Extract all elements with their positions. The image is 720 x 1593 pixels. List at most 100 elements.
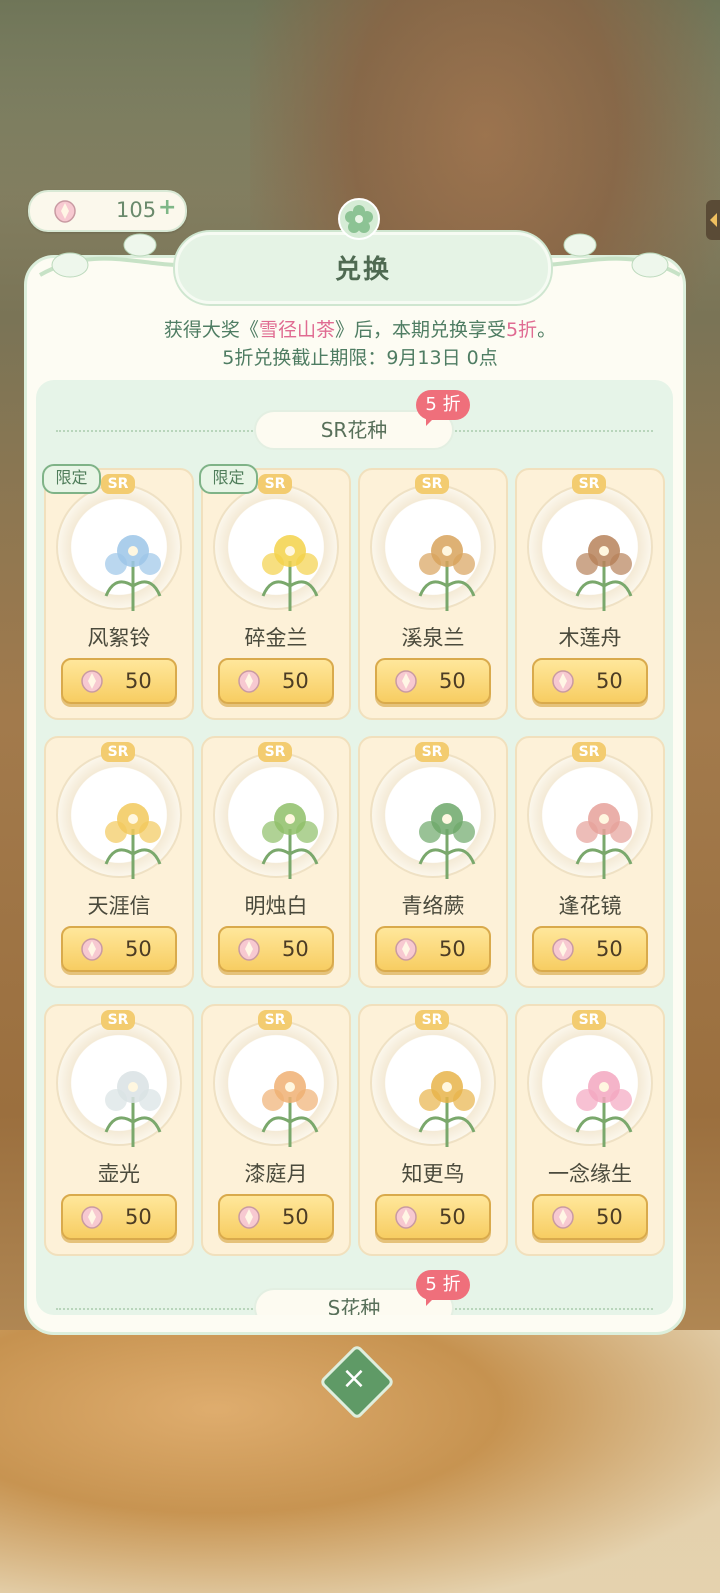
item-name: 木莲舟 bbox=[558, 626, 622, 650]
item-card[interactable]: SR 青络蕨 50 bbox=[358, 736, 508, 988]
item-image-frame bbox=[527, 1020, 653, 1147]
price-button[interactable]: 50 bbox=[61, 926, 177, 972]
rarity-badge: SR bbox=[415, 1010, 449, 1030]
price-value: 50 bbox=[282, 1205, 309, 1229]
item-name: 风絮铃 bbox=[87, 626, 151, 650]
flower-item-icon bbox=[575, 1071, 633, 1147]
title-plate: 兑换 bbox=[175, 232, 551, 304]
flower-token-icon bbox=[234, 1203, 264, 1235]
rarity-badge: SR bbox=[258, 474, 292, 494]
flower-token-icon bbox=[234, 667, 264, 699]
price-value: 50 bbox=[125, 1205, 152, 1229]
item-image-frame bbox=[370, 484, 496, 611]
item-card[interactable]: SR 限定碎金兰 50 bbox=[199, 464, 351, 720]
discount-badge: 5 折 bbox=[416, 1270, 470, 1306]
flower-token-icon bbox=[391, 1203, 421, 1235]
price-button[interactable]: 50 bbox=[218, 1194, 334, 1240]
flower-item-icon bbox=[104, 535, 162, 611]
item-image-frame bbox=[370, 1020, 496, 1147]
flower-token-icon bbox=[548, 667, 578, 699]
flower-token-icon bbox=[234, 935, 264, 967]
item-card[interactable]: SR 天涯信 50 bbox=[44, 736, 194, 988]
price-value: 50 bbox=[439, 1205, 466, 1229]
page-title: 兑换 bbox=[334, 255, 391, 285]
item-name: 逢花镜 bbox=[558, 894, 622, 918]
price-button[interactable]: 50 bbox=[375, 926, 491, 972]
item-card[interactable]: SR 壶光 50 bbox=[44, 1004, 194, 1256]
flower-item-icon bbox=[418, 803, 476, 879]
price-button[interactable]: 50 bbox=[532, 1194, 648, 1240]
limited-badge: 限定 bbox=[42, 464, 101, 494]
flower-item-icon bbox=[104, 803, 162, 879]
flower-token-icon bbox=[77, 1203, 107, 1235]
rarity-badge: SR bbox=[572, 474, 606, 494]
rarity-badge: SR bbox=[101, 474, 135, 494]
item-image-frame bbox=[56, 484, 182, 611]
prize-name: 雪径山茶 bbox=[258, 319, 335, 341]
item-image-frame bbox=[527, 484, 653, 611]
discount-badge: 5 折 bbox=[416, 390, 470, 426]
flower-item-icon bbox=[104, 1071, 162, 1147]
item-card[interactable]: SR 一念缘生 50 bbox=[515, 1004, 665, 1256]
exchange-deadline: 5折兑换截止期限：9月13日 0点 bbox=[222, 347, 498, 369]
flower-token-icon bbox=[391, 667, 421, 699]
flower-item-icon bbox=[575, 535, 633, 611]
price-button[interactable]: 50 bbox=[218, 926, 334, 972]
flower-item-icon bbox=[418, 535, 476, 611]
price-value: 50 bbox=[282, 937, 309, 961]
rarity-badge: SR bbox=[258, 1010, 292, 1030]
item-name: 碎金兰 bbox=[244, 626, 308, 650]
item-name: 知更鸟 bbox=[401, 1162, 465, 1186]
item-name: 溪泉兰 bbox=[401, 626, 465, 650]
flower-item-icon bbox=[418, 1071, 476, 1147]
price-button[interactable]: 50 bbox=[532, 926, 648, 972]
rarity-badge: SR bbox=[415, 742, 449, 762]
exchange-info-line1: 获得大奖《雪径山茶》后，本期兑换享受5折。 bbox=[163, 319, 557, 341]
discount-text: 5折 bbox=[505, 319, 538, 341]
item-card[interactable]: SR 明烛白 50 bbox=[201, 736, 351, 988]
price-button[interactable]: 50 bbox=[61, 1194, 177, 1240]
item-name: 明烛白 bbox=[244, 894, 308, 918]
item-image-frame bbox=[213, 484, 339, 611]
flower-item-icon bbox=[261, 535, 319, 611]
item-image-frame bbox=[370, 752, 496, 879]
price-button[interactable]: 50 bbox=[375, 658, 491, 704]
rarity-badge: SR bbox=[572, 742, 606, 762]
price-button[interactable]: 50 bbox=[532, 658, 648, 704]
items-scroll-area[interactable]: SR花种 5 折 S花种 5 折 SR 限定 风絮铃 50 SR 限定 碎金兰 50 SR 溪泉兰… bbox=[36, 380, 673, 1315]
flower-token-icon bbox=[77, 667, 107, 699]
flower-emblem-icon bbox=[338, 198, 380, 240]
price-button[interactable]: 50 bbox=[218, 658, 334, 704]
price-value: 50 bbox=[125, 669, 152, 693]
side-expand-tab[interactable] bbox=[706, 200, 720, 240]
rarity-badge: SR bbox=[258, 742, 292, 762]
price-value: 50 bbox=[439, 669, 466, 693]
item-card[interactable]: SR 知更鸟 50 bbox=[358, 1004, 508, 1256]
rarity-badge: SR bbox=[415, 474, 449, 494]
flower-item-icon bbox=[261, 1071, 319, 1147]
flower-item-icon bbox=[575, 803, 633, 879]
item-image-frame bbox=[56, 1020, 182, 1147]
flower-token-icon bbox=[77, 935, 107, 967]
item-name: 青络蕨 bbox=[401, 894, 465, 918]
item-card[interactable]: SR 木莲舟 50 bbox=[515, 468, 665, 720]
close-icon[interactable]: × bbox=[330, 1355, 378, 1403]
item-card[interactable]: SR 限定风絮铃 50 bbox=[42, 464, 194, 720]
item-card[interactable]: SR 逢花镜 50 bbox=[515, 736, 665, 988]
item-card[interactable]: SR 漆庭月 50 bbox=[201, 1004, 351, 1256]
flower-token-icon bbox=[391, 935, 421, 967]
price-value: 50 bbox=[596, 1205, 623, 1229]
item-card[interactable]: SR 溪泉兰 50 bbox=[358, 468, 508, 720]
item-name: 一念缘生 bbox=[548, 1162, 632, 1186]
price-button[interactable]: 50 bbox=[375, 1194, 491, 1240]
limited-badge: 限定 bbox=[199, 464, 258, 494]
item-image-frame bbox=[213, 1020, 339, 1147]
price-value: 50 bbox=[282, 669, 309, 693]
flower-token-icon bbox=[548, 1203, 578, 1235]
item-image-frame bbox=[213, 752, 339, 879]
rarity-badge: SR bbox=[101, 1010, 135, 1030]
flower-item-icon bbox=[261, 803, 319, 879]
price-button[interactable]: 50 bbox=[61, 658, 177, 704]
item-name: 天涯信 bbox=[87, 894, 151, 918]
price-value: 50 bbox=[596, 937, 623, 961]
